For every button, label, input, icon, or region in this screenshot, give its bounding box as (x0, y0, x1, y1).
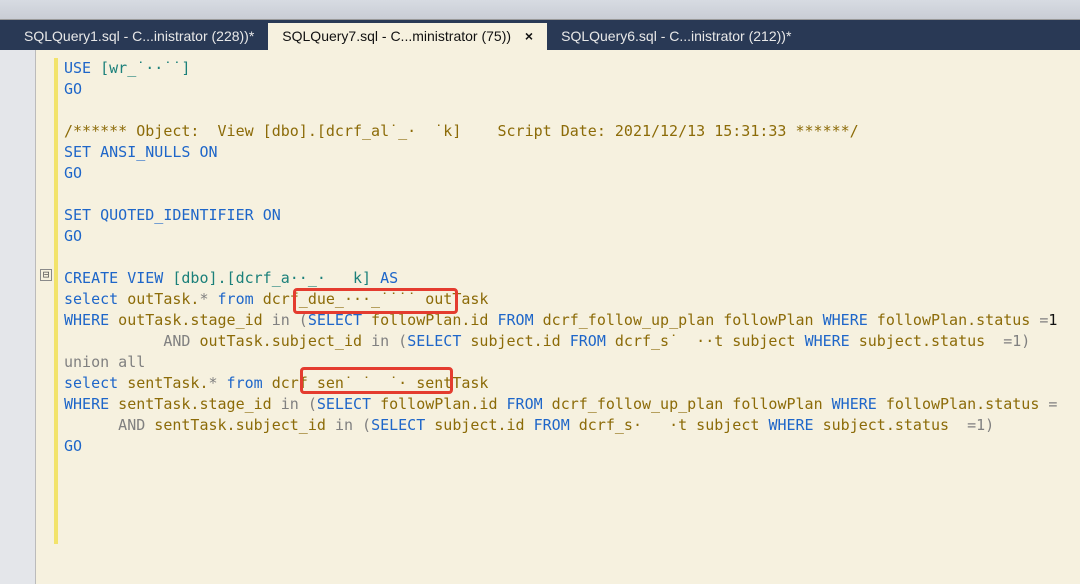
top-toolbar (0, 0, 1080, 20)
left-gutter-pane (0, 50, 36, 584)
tab-sqlquery7[interactable]: SQLQuery7.sql - C...ministrator (75)) × (268, 23, 547, 50)
tab-bar: SQLQuery1.sql - C...inistrator (228))* S… (0, 20, 1080, 50)
tab-label: SQLQuery6.sql - C...inistrator (212))* (561, 28, 791, 44)
code-content[interactable]: USE [wr_˙··˙˙] GO /****** Object: View [… (64, 58, 1080, 457)
tab-label: SQLQuery1.sql - C...inistrator (228))* (24, 28, 254, 44)
tab-sqlquery6[interactable]: SQLQuery6.sql - C...inistrator (212))* (547, 23, 805, 50)
editor-area: ⊟ USE [wr_˙··˙˙] GO /****** Object: View… (0, 50, 1080, 584)
tab-label: SQLQuery7.sql - C...ministrator (75)) (282, 28, 511, 44)
code-editor[interactable]: ⊟ USE [wr_˙··˙˙] GO /****** Object: View… (36, 50, 1080, 584)
tab-sqlquery1[interactable]: SQLQuery1.sql - C...inistrator (228))* (10, 23, 268, 50)
change-marker (54, 58, 58, 544)
close-icon[interactable]: × (525, 28, 533, 44)
fold-icon[interactable]: ⊟ (40, 269, 52, 281)
